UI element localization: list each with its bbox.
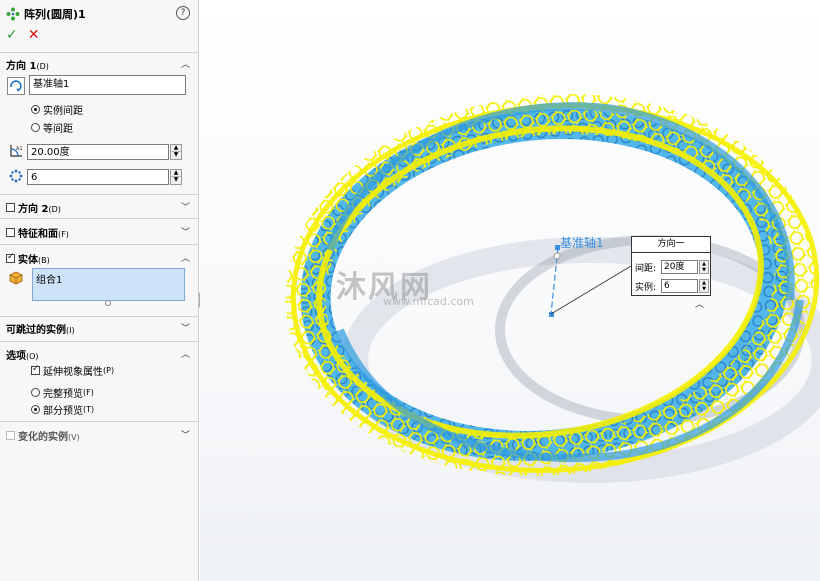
callout-spacing-row: 间距: bbox=[635, 260, 656, 274]
chevron-up-icon[interactable]: ︿ bbox=[181, 57, 190, 70]
callout-count-spinner[interactable]: ▲ ▼ bbox=[699, 279, 709, 293]
features-faces-heading: 特征和面 bbox=[18, 228, 58, 240]
divider bbox=[0, 421, 198, 422]
watermark-url: www.mfcad.com bbox=[383, 295, 474, 308]
direction1-heading: 方向 1 bbox=[6, 60, 37, 72]
propagate-visual-box[interactable] bbox=[31, 364, 40, 375]
direction1-shortcut: (D) bbox=[36, 61, 49, 71]
help-icon[interactable]: ? bbox=[176, 6, 190, 20]
axis-marker-icon bbox=[553, 252, 561, 260]
divider bbox=[0, 52, 198, 53]
varied-instances-shortcut: (V) bbox=[68, 432, 80, 442]
radio-instance-spacing-dot[interactable] bbox=[31, 105, 40, 114]
property-manager-panel: 阵列(圆周)1 ? ✓ ✕ 方向 1(D) ︿ 基准轴1 实例间距 等间距 A1… bbox=[0, 0, 199, 581]
full-preview-label: 完整预览 bbox=[43, 389, 83, 400]
skip-instances-shortcut: (I) bbox=[66, 325, 75, 335]
options-heading: 选项 bbox=[6, 350, 26, 362]
callout-spacing-spinner[interactable]: ▲ ▼ bbox=[699, 260, 709, 274]
axis-selection-field[interactable]: 基准轴1 bbox=[29, 75, 186, 95]
radio-partial-preview[interactable]: 部分预览 (T) bbox=[31, 402, 94, 417]
bodies-checkbox[interactable] bbox=[6, 252, 15, 263]
radio-full-preview-dot[interactable] bbox=[31, 388, 40, 397]
list-item[interactable]: 组合1 bbox=[36, 275, 62, 286]
varied-instances-heading: 变化的实例 bbox=[18, 431, 68, 443]
callout-count-input[interactable]: 6 bbox=[661, 279, 698, 293]
divider bbox=[0, 218, 198, 219]
varied-instances-header[interactable]: 变化的实例(V) ﹀ bbox=[6, 428, 190, 443]
feature-title-row: 阵列(圆周)1 ? bbox=[6, 5, 190, 23]
options-header[interactable]: 选项(O) ︿ bbox=[6, 347, 190, 362]
propagate-visual-checkbox[interactable]: 延伸视象属性(P) bbox=[31, 363, 114, 378]
radio-equal-spacing-label: 等间距 bbox=[43, 124, 73, 135]
radio-instance-spacing[interactable]: 实例间距 bbox=[31, 102, 83, 117]
ok-cancel-row: ✓ ✕ bbox=[6, 27, 39, 43]
callout-collapse-icon[interactable]: ︿ bbox=[695, 297, 704, 310]
cancel-button[interactable]: ✕ bbox=[28, 27, 40, 43]
full-preview-shortcut: (F) bbox=[83, 388, 94, 397]
features-faces-shortcut: (F) bbox=[58, 229, 69, 239]
spin-down-icon[interactable]: ▼ bbox=[700, 267, 708, 273]
instance-count-icon bbox=[9, 169, 23, 183]
pattern-callout: 方向一 间距: 20度 ▲ ▼ 实例: 6 ▲ ▼ bbox=[631, 236, 711, 296]
chevron-down-icon[interactable]: ﹀ bbox=[181, 225, 190, 238]
chevron-down-icon[interactable]: ﹀ bbox=[181, 321, 190, 334]
callout-title: 方向一 bbox=[632, 237, 710, 253]
divider bbox=[0, 316, 198, 317]
direction2-heading: 方向 2 bbox=[18, 203, 49, 215]
svg-text:A1: A1 bbox=[16, 146, 23, 152]
solid-body-icon bbox=[9, 271, 23, 285]
instance-count-input[interactable]: 6 bbox=[27, 169, 169, 185]
propagate-visual-label: 延伸视象属性 bbox=[43, 367, 103, 378]
ok-button[interactable]: ✓ bbox=[6, 27, 18, 43]
divider bbox=[0, 194, 198, 195]
graphics-viewport[interactable] bbox=[200, 0, 820, 581]
axis-label[interactable]: 基准轴1 bbox=[560, 234, 604, 251]
propagate-visual-shortcut: (P) bbox=[103, 366, 115, 375]
spin-down-icon[interactable]: ▼ bbox=[700, 286, 708, 292]
callout-count-row: 实例: bbox=[635, 279, 656, 293]
features-faces-checkbox[interactable] bbox=[6, 227, 15, 237]
angle-spinner[interactable]: ▲ ▼ bbox=[170, 144, 182, 160]
chevron-up-icon[interactable]: ︿ bbox=[181, 251, 190, 264]
spin-down-icon[interactable]: ▼ bbox=[171, 152, 181, 159]
radio-partial-preview-dot[interactable] bbox=[31, 405, 40, 414]
callout-spacing-label: 间距: bbox=[635, 263, 657, 274]
count-spinner[interactable]: ▲ ▼ bbox=[170, 169, 182, 185]
circular-pattern-icon bbox=[6, 7, 20, 21]
partial-preview-label: 部分预览 bbox=[43, 406, 83, 417]
callout-count-label: 实例: bbox=[635, 282, 657, 293]
direction2-shortcut: (D) bbox=[48, 204, 61, 214]
direction2-header[interactable]: 方向 2(D) ﹀ bbox=[6, 200, 190, 215]
partial-preview-shortcut: (T) bbox=[83, 405, 95, 414]
angle-input[interactable]: 20.00度 bbox=[27, 144, 169, 160]
bodies-header[interactable]: 实体(B) ︿ bbox=[6, 251, 190, 266]
bodies-heading: 实体 bbox=[18, 254, 38, 266]
skip-instances-heading: 可跳过的实例 bbox=[6, 324, 66, 336]
features-faces-header[interactable]: 特征和面(F) ﹀ bbox=[6, 225, 190, 240]
radio-instance-spacing-label: 实例间距 bbox=[43, 106, 83, 117]
direction1-header[interactable]: 方向 1(D) ︿ bbox=[6, 57, 190, 72]
varied-instances-checkbox[interactable] bbox=[6, 430, 15, 440]
divider bbox=[0, 341, 198, 342]
bodies-list[interactable]: 组合1 bbox=[32, 268, 185, 301]
radio-equal-spacing-dot[interactable] bbox=[31, 123, 40, 132]
chevron-down-icon[interactable]: ﹀ bbox=[181, 200, 190, 213]
chevron-down-icon[interactable]: ﹀ bbox=[181, 428, 190, 441]
reverse-direction-icon[interactable] bbox=[7, 77, 25, 95]
radio-full-preview[interactable]: 完整预览 (F) bbox=[31, 385, 94, 400]
direction2-checkbox[interactable] bbox=[6, 202, 15, 212]
chevron-up-icon[interactable]: ︿ bbox=[181, 347, 190, 360]
skip-instances-header[interactable]: 可跳过的实例(I) ﹀ bbox=[6, 321, 190, 336]
list-resize-grip[interactable] bbox=[105, 300, 111, 306]
options-shortcut: (O) bbox=[26, 351, 39, 361]
angle-icon: A1 bbox=[10, 145, 23, 157]
ring-model bbox=[285, 94, 820, 483]
bodies-shortcut: (B) bbox=[38, 255, 50, 265]
divider bbox=[0, 244, 198, 245]
feature-title: 阵列(圆周)1 bbox=[24, 8, 86, 21]
spin-down-icon[interactable]: ▼ bbox=[171, 177, 181, 184]
radio-equal-spacing[interactable]: 等间距 bbox=[31, 120, 73, 135]
callout-spacing-input[interactable]: 20度 bbox=[661, 260, 698, 274]
